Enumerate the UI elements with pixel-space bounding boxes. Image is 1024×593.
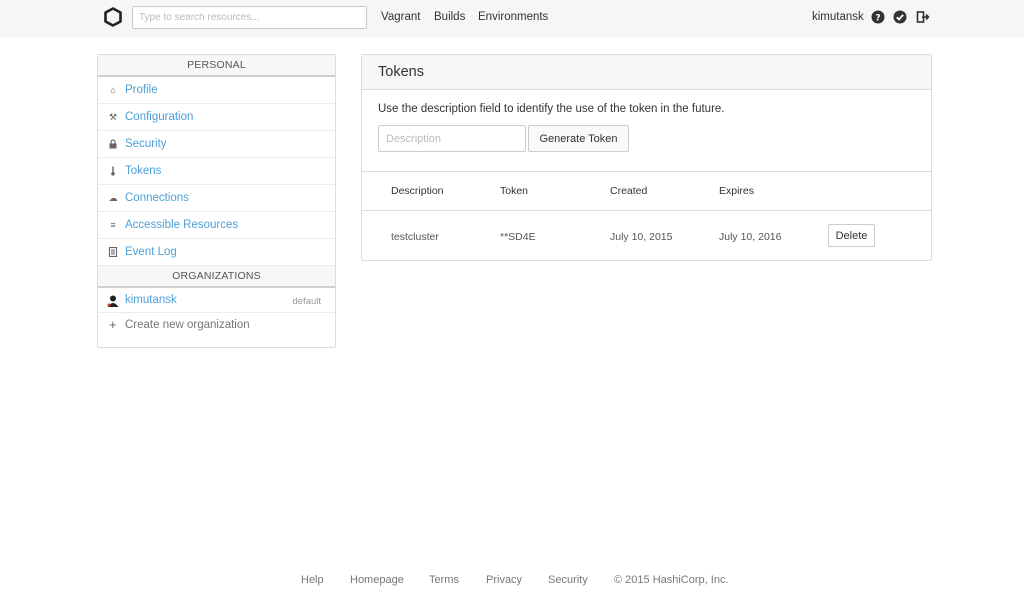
token-value: **SD4E <box>500 231 536 243</box>
sidebar-item-event-log[interactable]: Event Log <box>98 239 335 266</box>
column-header-created: Created <box>610 185 648 197</box>
footer-link-homepage[interactable]: Homepage <box>350 574 404 586</box>
search-input[interactable] <box>132 6 367 29</box>
sidebar-item-label: Event Log <box>125 246 177 258</box>
sidebar-item-label: Accessible Resources <box>125 219 239 231</box>
log-icon <box>108 246 118 258</box>
sidebar-item-label: Tokens <box>125 165 162 177</box>
token-description: testcluster <box>391 231 439 243</box>
user-avatar-icon <box>106 294 120 311</box>
organization-item[interactable]: kimutansk default <box>98 288 335 313</box>
wrench-icon: ⚒ <box>108 112 118 122</box>
sidebar-item-tokens[interactable]: Tokens <box>98 158 335 185</box>
thermometer-icon <box>108 166 118 176</box>
help-icon[interactable]: ? <box>871 10 885 24</box>
check-icon[interactable] <box>893 10 907 24</box>
logout-icon[interactable] <box>916 10 930 24</box>
sidebar: PERSONAL ⌂ Profile ⚒ Configuration Secur… <box>97 54 336 348</box>
organization-name: kimutansk <box>125 294 177 306</box>
organizations-heading: ORGANIZATIONS <box>98 266 335 288</box>
column-header-expires: Expires <box>719 185 755 197</box>
create-organization-label: Create new organization <box>125 319 250 331</box>
sidebar-item-label: Connections <box>125 192 189 204</box>
delete-token-button[interactable]: Delete <box>828 224 875 247</box>
nav-vagrant[interactable]: Vagrant <box>381 11 420 23</box>
create-organization-link[interactable]: + Create new organization <box>98 313 335 338</box>
tokens-panel: Tokens Use the description field to iden… <box>361 54 932 261</box>
footer-link-help[interactable]: Help <box>301 574 324 586</box>
top-navbar: Vagrant Builds Environments kimutansk ? <box>0 0 1024 37</box>
sidebar-item-security[interactable]: Security <box>98 131 335 158</box>
token-expires: July 10, 2016 <box>719 231 782 243</box>
footer-link-privacy[interactable]: Privacy <box>486 574 522 586</box>
footer-copyright: © 2015 HashiCorp, Inc. <box>614 574 729 586</box>
personal-heading: PERSONAL <box>98 55 335 77</box>
nav-builds[interactable]: Builds <box>434 11 465 23</box>
lock-icon <box>108 139 118 149</box>
cloud-icon: ☁ <box>108 193 118 203</box>
description-input[interactable] <box>378 125 526 152</box>
column-header-description: Description <box>391 185 444 197</box>
home-icon: ⌂ <box>110 85 116 95</box>
default-badge: default <box>292 296 321 307</box>
list-icon: ≡ <box>110 220 116 230</box>
footer-link-security[interactable]: Security <box>548 574 588 586</box>
sidebar-item-connections[interactable]: ☁ Connections <box>98 185 335 212</box>
plus-icon: + <box>109 317 117 332</box>
column-header-token: Token <box>500 185 529 197</box>
svg-text:?: ? <box>875 14 880 24</box>
description-help-text: Use the description field to identify th… <box>378 103 725 115</box>
page-title: Tokens <box>378 64 424 80</box>
panel-header <box>362 55 931 90</box>
sidebar-item-label: Security <box>125 138 167 150</box>
nav-environments[interactable]: Environments <box>478 11 548 23</box>
token-created: July 10, 2015 <box>610 231 673 243</box>
footer-link-terms[interactable]: Terms <box>429 574 459 586</box>
user-menu[interactable]: kimutansk <box>812 11 864 23</box>
divider <box>362 210 931 211</box>
sidebar-item-configuration[interactable]: ⚒ Configuration <box>98 104 335 131</box>
sidebar-item-accessible-resources[interactable]: ≡ Accessible Resources <box>98 212 335 239</box>
sidebar-item-label: Configuration <box>125 111 194 123</box>
hashicorp-logo-icon[interactable] <box>103 7 123 27</box>
sidebar-item-label: Profile <box>125 84 158 96</box>
sidebar-item-profile[interactable]: ⌂ Profile <box>98 77 335 104</box>
divider <box>362 171 931 172</box>
generate-token-button[interactable]: Generate Token <box>528 125 629 152</box>
